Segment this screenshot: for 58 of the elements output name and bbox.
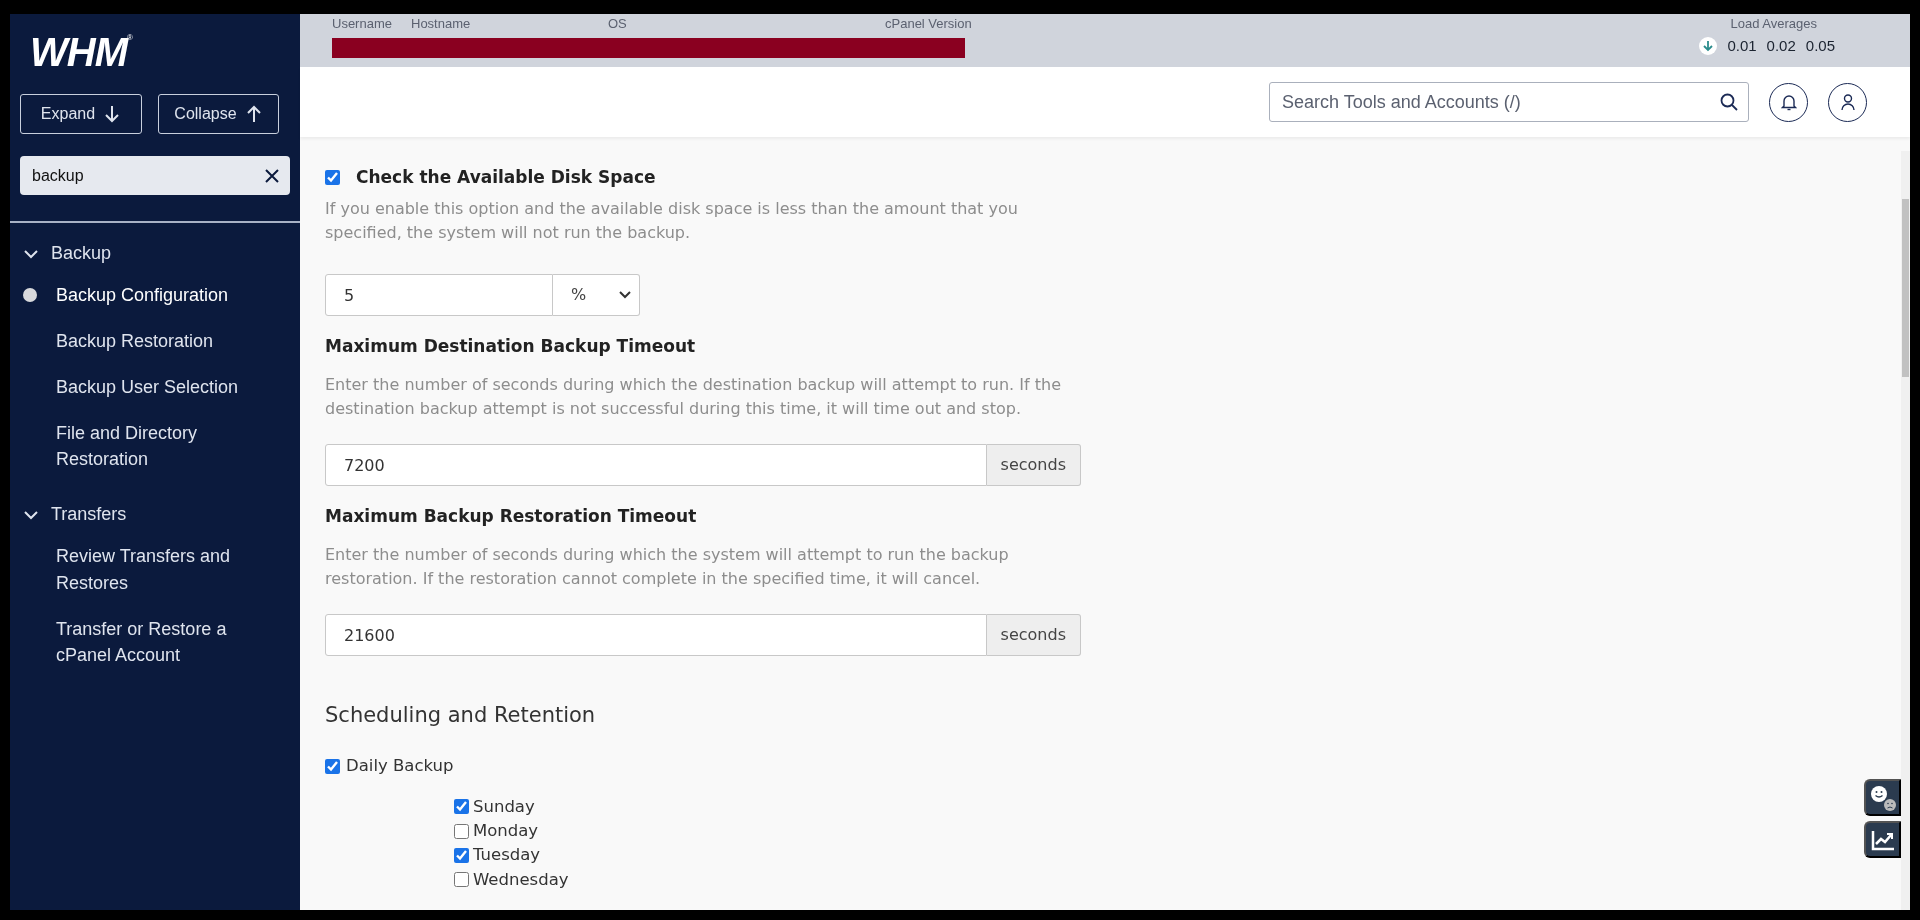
scrollbar-thumb[interactable]: [1902, 199, 1909, 377]
sidebar-item[interactable]: Backup Restoration: [10, 318, 300, 365]
checkbox[interactable]: [325, 758, 340, 774]
unit-select[interactable]: %: [553, 274, 640, 317]
info-label: Hostname: [411, 16, 471, 31]
bell-icon: [1780, 93, 1797, 111]
sidebar-group[interactable]: Backup: [10, 235, 300, 272]
expand-button[interactable]: Expand: [20, 94, 142, 134]
scrollbar[interactable]: [1901, 151, 1910, 910]
info-label: Username: [332, 16, 392, 31]
timeout-field[interactable]: 7200: [325, 444, 987, 487]
collapse-button[interactable]: Collapse: [158, 94, 279, 134]
search-icon[interactable]: [1720, 93, 1738, 111]
checkbox-label: Monday: [473, 819, 539, 842]
info-label: cPanel Version: [885, 16, 972, 31]
arrow-down-icon: [103, 104, 122, 124]
sidebar-item[interactable]: Transfer or Restore a cPanel Account: [10, 605, 300, 678]
setting-heading: Maximum Destination Backup Timeout: [325, 335, 697, 359]
load-average-value: 0.01: [1727, 35, 1757, 56]
description-text: If you enable this option and the available disk space is less than the amount that you specified, the system will not run the backup.: [325, 197, 1019, 245]
sidebar-item[interactable]: File and Directory Restoration: [10, 410, 300, 483]
load-average-value: 0.05: [1805, 35, 1835, 56]
load-averages-label: Load Averages: [1730, 15, 1817, 33]
description-text: Enter the number of seconds during which the destination backup will attempt to run. If the destination backup attempt is not successful during this time, it will time out and stop.: [325, 373, 1062, 421]
sidebar-item[interactable]: Backup User Selection: [10, 364, 300, 411]
chevron-down-icon: [619, 290, 631, 301]
checkbox-label: Tuesday: [473, 844, 541, 867]
sidebar-item[interactable]: Review Transfers and Restores: [10, 533, 300, 606]
unit-label: seconds: [986, 614, 1081, 657]
current-dot: [23, 288, 37, 302]
close-icon[interactable]: [264, 167, 280, 184]
checkbox[interactable]: [454, 799, 469, 815]
notifications-button[interactable]: [1769, 82, 1808, 122]
user-button[interactable]: [1828, 82, 1867, 122]
info-label: OS: [608, 16, 627, 31]
disk-space-field[interactable]: 5: [325, 274, 553, 317]
logo[interactable]: WHM: [30, 32, 127, 72]
sidebar-group[interactable]: Transfers: [10, 496, 300, 534]
checkbox[interactable]: [454, 848, 469, 864]
unit-label: seconds: [986, 444, 1081, 487]
checkbox-label: Sunday: [473, 795, 535, 818]
arrow-down-circle-icon: [1699, 36, 1718, 55]
smiley-faces-icon: [1868, 783, 1897, 812]
analytics-button[interactable]: [1864, 821, 1901, 858]
option-label: Check the Available Disk Space: [356, 166, 656, 189]
checkbox[interactable]: [325, 170, 340, 186]
setting-heading: Maximum Backup Restoration Timeout: [325, 505, 698, 529]
feedback-button[interactable]: [1864, 779, 1901, 816]
load-average-value: 0.02: [1766, 35, 1796, 56]
description-text: Enter the number of seconds during which the system will attempt to run the backup restoration. If the restoration cannot complete in the specified time, it will cancel.: [325, 543, 1010, 591]
timeout-field[interactable]: 21600: [325, 614, 987, 657]
section-heading: Scheduling and Retention: [325, 702, 597, 730]
sidebar-item[interactable]: Backup Configuration: [10, 272, 300, 319]
user-icon: [1839, 93, 1856, 111]
checkbox-label: Wednesday: [473, 868, 569, 891]
checkbox[interactable]: [454, 823, 469, 839]
checkbox[interactable]: [454, 872, 469, 888]
checkbox-label: Daily Backup: [346, 754, 454, 777]
